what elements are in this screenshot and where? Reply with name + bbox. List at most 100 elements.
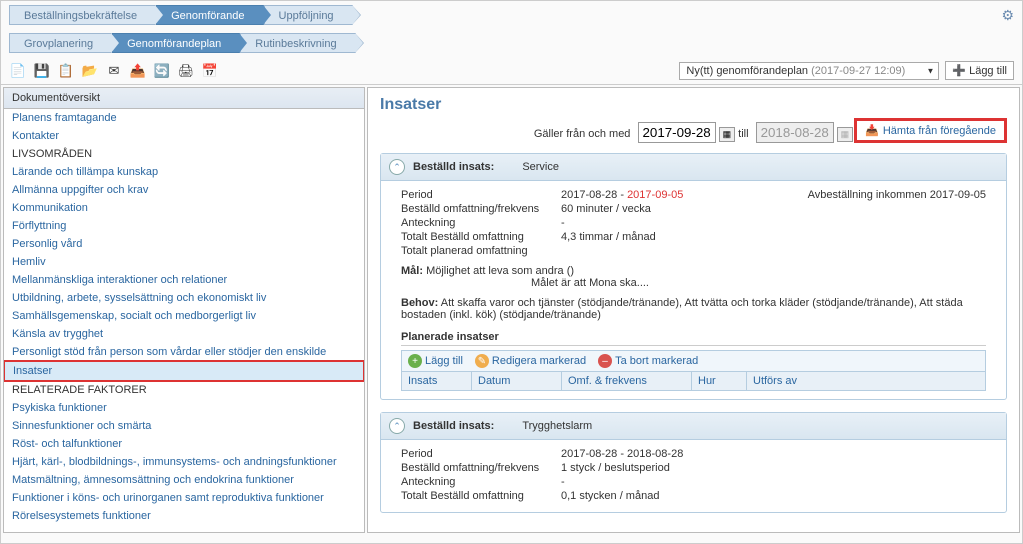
gear-icon[interactable]: ⚙ bbox=[1001, 7, 1014, 24]
nav-uppfoljning[interactable]: Uppföljning bbox=[264, 5, 353, 25]
tool-print-icon[interactable]: 🖨 bbox=[177, 62, 195, 80]
sidebar-item[interactable]: Hemliv bbox=[4, 253, 364, 271]
mal-label: Mål: bbox=[401, 265, 423, 277]
info-label: Totalt planerad omfattning bbox=[401, 245, 561, 257]
plus-icon: + bbox=[408, 354, 422, 368]
sidebar-item[interactable]: Funktioner i köns- och urinorganen samt … bbox=[4, 489, 364, 507]
hamta-label: Hämta från föregående bbox=[883, 125, 996, 137]
date-from-input[interactable] bbox=[638, 122, 716, 143]
sidebar-item[interactable]: Känsla av trygghet bbox=[4, 325, 364, 343]
minus-icon: – bbox=[598, 354, 612, 368]
delete-button[interactable]: –Ta bort markerad bbox=[598, 354, 698, 368]
nav-rutinbeskrivning[interactable]: Rutinbeskrivning bbox=[240, 33, 355, 53]
sidebar-item[interactable]: Hjärt, kärl-, blodbildnings-, immunsyste… bbox=[4, 453, 364, 471]
sidebar-item[interactable]: LIVSOMRÅDEN bbox=[4, 145, 364, 163]
lagg-till-label: Lägg till bbox=[969, 65, 1007, 77]
sidebar-item[interactable]: Rörelsesystemets funktioner bbox=[4, 507, 364, 525]
panel-title: Beställd insats: bbox=[413, 420, 494, 432]
nav-genomforande[interactable]: Genomförande bbox=[156, 5, 263, 25]
collapse-icon[interactable]: ⌃ bbox=[389, 418, 405, 434]
version-dropdown[interactable]: Ny(tt) genomförandeplan (2017-09-27 12:0… bbox=[679, 62, 939, 80]
sidebar-item[interactable]: Lärande och tillämpa kunskap bbox=[4, 163, 364, 181]
sidebar-header: Dokumentöversikt bbox=[4, 88, 364, 109]
info-value: 1 styck / beslutsperiod bbox=[561, 462, 986, 474]
panel-body: Period 2017-08-28 - 2018-08-28 Beställd … bbox=[381, 440, 1006, 512]
sidebar-item[interactable]: Planens framtagande bbox=[4, 109, 364, 127]
tool-clipboard-icon[interactable]: 📋 bbox=[57, 62, 75, 80]
sidebar-item[interactable]: Matsmältning, ämnesomsättning och endokr… bbox=[4, 471, 364, 489]
sidebar-item[interactable]: Psykiska funktioner bbox=[4, 399, 364, 417]
calendar-icon: ▦ bbox=[837, 127, 854, 142]
info-value: - bbox=[561, 217, 986, 229]
nav-secondary: Grovplanering Genomförandeplan Rutinbesk… bbox=[1, 29, 1022, 57]
th-datum[interactable]: Datum bbox=[472, 372, 562, 390]
nav-grovplanering[interactable]: Grovplanering bbox=[9, 33, 112, 53]
date-filter-row: Gäller från och med ▦ till ▦ 📥 Hämta frå… bbox=[380, 122, 1007, 143]
sidebar-item[interactable]: Röst- och talfunktioner bbox=[4, 435, 364, 453]
sidebar-item[interactable]: Utbildning, arbete, sysselsättning och e… bbox=[4, 289, 364, 307]
sidebar-item[interactable]: Sinnesfunktioner och smärta bbox=[4, 417, 364, 435]
behov-text: Att skaffa varor och tjänster (stödjande… bbox=[401, 297, 963, 321]
main-area: Dokumentöversikt Planens framtagande Kon… bbox=[1, 85, 1022, 535]
nav-bestallning[interactable]: Beställningsbekräftelse bbox=[9, 5, 156, 25]
nav-genomforandeplan[interactable]: Genomförandeplan bbox=[112, 33, 240, 53]
tool-save-icon[interactable]: 💾 bbox=[33, 62, 51, 80]
tool-send-icon[interactable]: 📤 bbox=[129, 62, 147, 80]
date-to-label: till bbox=[738, 128, 748, 140]
th-insats[interactable]: Insats bbox=[402, 372, 472, 390]
sidebar-item-insatser[interactable]: Insatser bbox=[4, 360, 364, 382]
info-label: Beställd omfattning/frekvens bbox=[401, 462, 561, 474]
info-label: Totalt Beställd omfattning bbox=[401, 490, 561, 502]
panel-header[interactable]: ⌃ Beställd insats: Trygghetslarm bbox=[381, 413, 1006, 440]
tool-new-icon[interactable]: 📄 bbox=[9, 62, 27, 80]
th-omf[interactable]: Omf. & frekvens bbox=[562, 372, 692, 390]
planerade-title: Planerade insatser bbox=[401, 331, 986, 346]
info-label: Totalt Beställd omfattning bbox=[401, 231, 561, 243]
tool-mail-icon[interactable]: ✉ bbox=[105, 62, 123, 80]
add-button[interactable]: +Lägg till bbox=[408, 354, 463, 368]
sidebar-item[interactable]: Kommunikation bbox=[4, 199, 364, 217]
panel-title: Beställd insats: bbox=[413, 161, 494, 173]
info-value: 60 minuter / vecka bbox=[561, 203, 986, 215]
insatser-table: Insats Datum Omf. & frekvens Hur Utförs … bbox=[401, 372, 986, 391]
th-hur[interactable]: Hur bbox=[692, 372, 747, 390]
sidebar-list[interactable]: Planens framtagande Kontakter LIVSOMRÅDE… bbox=[4, 109, 364, 532]
behov-label: Behov: bbox=[401, 297, 438, 309]
import-icon: 📥 bbox=[865, 124, 879, 137]
insats-panel-trygghetslarm: ⌃ Beställd insats: Trygghetslarm Period … bbox=[380, 412, 1007, 513]
hamta-fran-foregaende-button[interactable]: 📥 Hämta från föregående bbox=[854, 118, 1007, 143]
collapse-icon[interactable]: ⌃ bbox=[389, 159, 405, 175]
toolbar: 📄 💾 📋 📂 ✉ 📤 🔄 🖨 📅 Ny(tt) genomförandepla… bbox=[1, 57, 1022, 85]
version-label: Ny(tt) genomförandeplan bbox=[686, 65, 808, 77]
tool-folder-icon[interactable]: 📂 bbox=[81, 62, 99, 80]
plus-icon: ➕ bbox=[952, 64, 966, 77]
th-utfors[interactable]: Utförs av bbox=[747, 372, 985, 390]
lagg-till-button[interactable]: ➕ Lägg till bbox=[945, 61, 1014, 80]
info-value: 0,1 stycken / månad bbox=[561, 490, 986, 502]
sidebar-item[interactable]: Personligt stöd från person som vårdar e… bbox=[4, 343, 364, 361]
behov-row: Behov: Att skaffa varor och tjänster (st… bbox=[401, 297, 986, 321]
sidebar-item[interactable]: Samhällsgemenskap, socialt och medborger… bbox=[4, 307, 364, 325]
table-header: Insats Datum Omf. & frekvens Hur Utförs … bbox=[402, 372, 985, 390]
sidebar-item[interactable]: RELATERADE FAKTORER bbox=[4, 381, 364, 399]
sidebar-item[interactable]: Kontakter bbox=[4, 127, 364, 145]
tool-calendar-icon[interactable]: 📅 bbox=[201, 62, 219, 80]
info-label: Anteckning bbox=[401, 217, 561, 229]
app-window: Beställningsbekräftelse Genomförande Upp… bbox=[0, 0, 1023, 544]
panel-value: Trygghetslarm bbox=[522, 420, 592, 432]
period-value: 2017-08-28 - 2017-09-05 bbox=[561, 189, 808, 201]
info-label: Anteckning bbox=[401, 476, 561, 488]
edit-button[interactable]: ✎Redigera markerad bbox=[475, 354, 586, 368]
panel-value: Service bbox=[522, 161, 559, 173]
calendar-icon[interactable]: ▦ bbox=[719, 127, 736, 142]
panel-header[interactable]: ⌃ Beställd insats: Service bbox=[381, 154, 1006, 181]
page-title: Insatser bbox=[380, 96, 1007, 114]
panel-body: Period 2017-08-28 - 2017-09-05 Avbeställ… bbox=[381, 181, 1006, 399]
tool-refresh-icon[interactable]: 🔄 bbox=[153, 62, 171, 80]
sidebar-item[interactable]: Mellanmänskliga interaktioner och relati… bbox=[4, 271, 364, 289]
sidebar-item[interactable]: Förflyttning bbox=[4, 217, 364, 235]
mal-sub: Målet är att Mona ska.... bbox=[531, 277, 986, 289]
date-from-label: Gäller från och med bbox=[534, 128, 631, 140]
sidebar-item[interactable]: Personlig vård bbox=[4, 235, 364, 253]
sidebar-item[interactable]: Allmänna uppgifter och krav bbox=[4, 181, 364, 199]
